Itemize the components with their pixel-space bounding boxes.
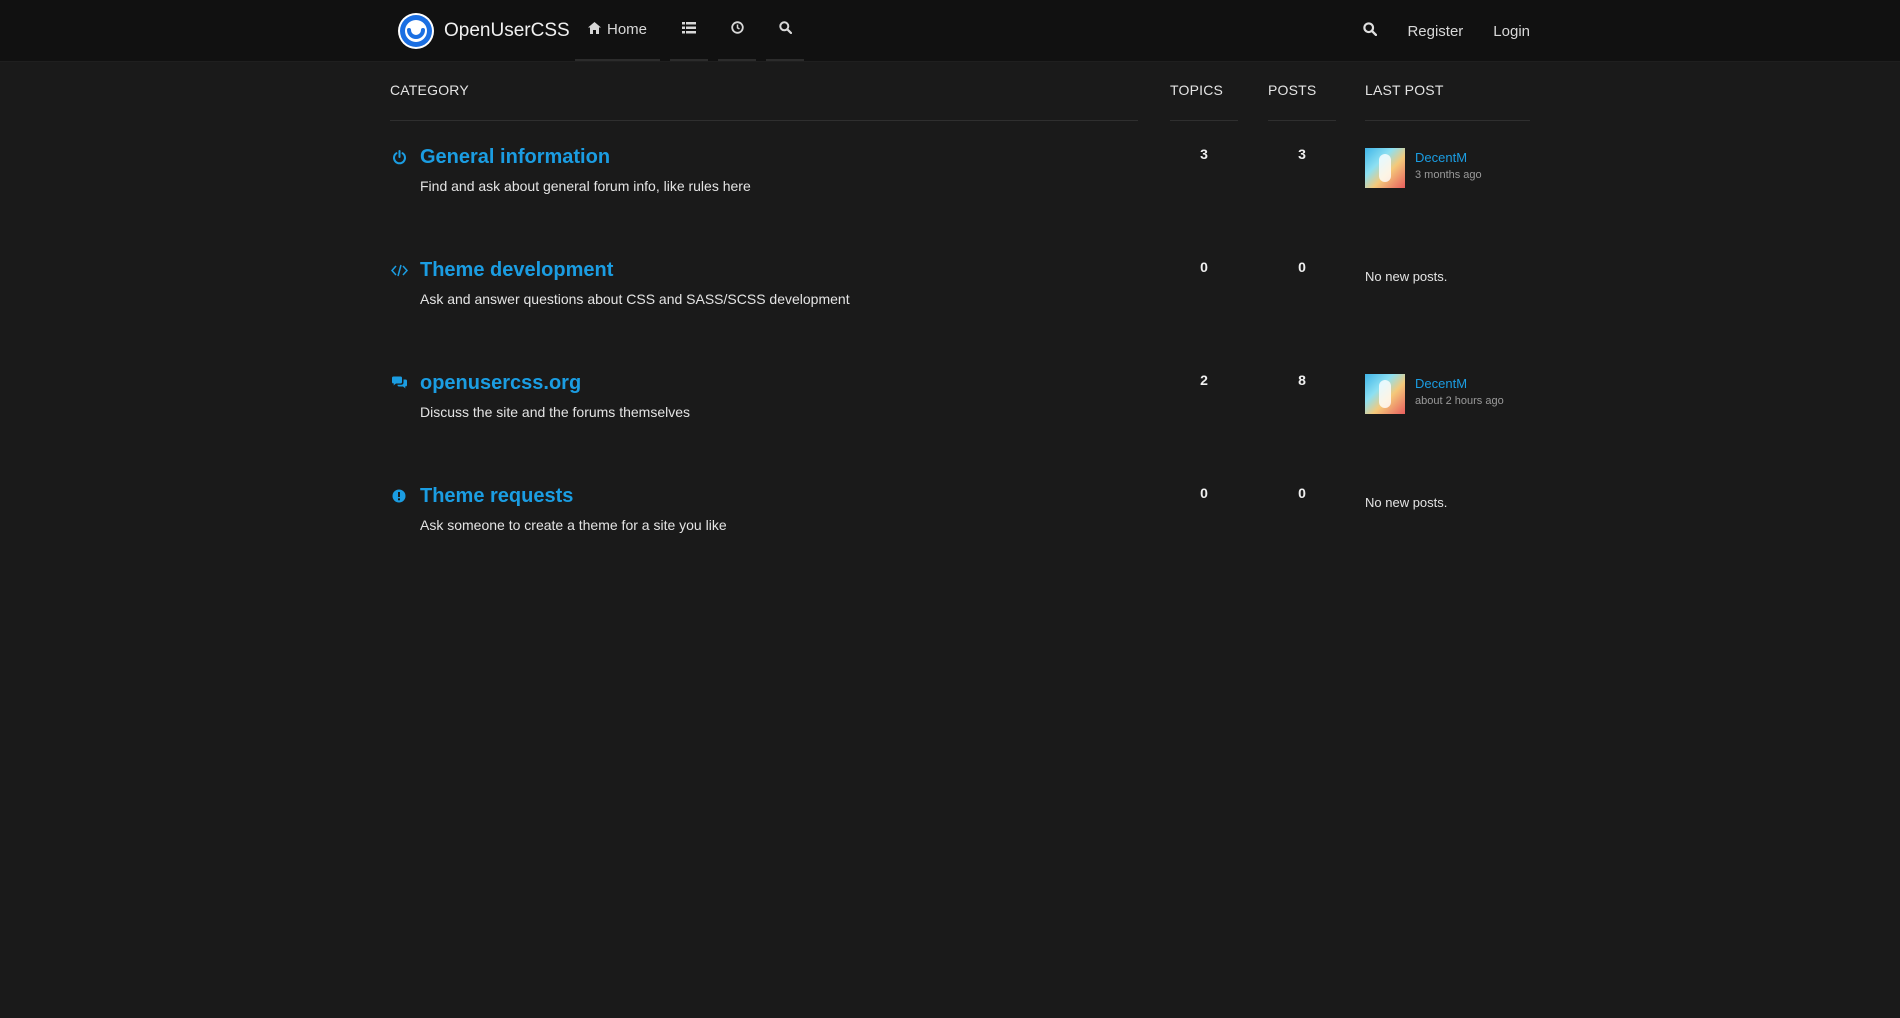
last-post: DecentM 3 months ago: [1365, 148, 1530, 190]
account-nav: Register Login: [1363, 0, 1530, 62]
header-topics: TOPICS: [1170, 62, 1238, 121]
exclamation-icon: [390, 487, 408, 505]
category-row: General information Find and ask about g…: [390, 122, 1530, 235]
category-title-link[interactable]: Theme requests: [420, 485, 573, 508]
search-icon[interactable]: [1363, 22, 1378, 40]
list-icon: [682, 21, 696, 38]
category-description: Discuss the site and the forums themselv…: [420, 404, 691, 420]
posts-count: 3: [1298, 146, 1306, 162]
login-link[interactable]: Login: [1493, 23, 1530, 40]
header-last-post: LAST POST: [1365, 62, 1530, 121]
brand-title: OpenUserCSS: [444, 20, 570, 41]
topics-count: 0: [1200, 485, 1208, 501]
posts-count: 8: [1298, 372, 1306, 388]
category-row: openusercss.org Discuss the site and the…: [390, 348, 1530, 461]
categories-table: CATEGORY TOPICS POSTS LAST POST General …: [390, 62, 1530, 574]
header-category: CATEGORY: [390, 62, 1138, 121]
topics-count: 0: [1200, 259, 1208, 275]
category-row: Theme development Ask and answer questio…: [390, 235, 1530, 348]
category-title-link[interactable]: openusercss.org: [420, 372, 581, 395]
nav-categories[interactable]: [670, 0, 708, 61]
nav-home[interactable]: Home: [575, 0, 660, 61]
search-icon: [778, 21, 792, 38]
home-icon: [587, 21, 601, 38]
header-posts: POSTS: [1268, 62, 1336, 121]
no-new-posts: No new posts.: [1365, 495, 1448, 510]
category-description: Ask someone to create a theme for a site…: [420, 517, 727, 533]
topics-count: 2: [1200, 372, 1208, 388]
power-icon: [390, 148, 408, 166]
code-icon: [390, 261, 408, 279]
main-nav: Home: [575, 0, 814, 62]
category-row: Theme requests Ask someone to create a t…: [390, 461, 1530, 574]
nav-search[interactable]: [766, 0, 804, 61]
nav-recent[interactable]: [718, 0, 756, 61]
avatar[interactable]: [1365, 148, 1405, 188]
top-navbar: OpenUserCSS Home Register Login: [0, 0, 1900, 62]
category-description: Ask and answer questions about CSS and S…: [420, 291, 850, 307]
openusercss-logo-icon: [398, 13, 434, 49]
no-new-posts: No new posts.: [1365, 269, 1448, 284]
category-title-link[interactable]: General information: [420, 146, 610, 169]
category-title-link[interactable]: Theme development: [420, 259, 613, 282]
brand-link[interactable]: OpenUserCSS: [398, 12, 570, 50]
category-description: Find and ask about general forum info, l…: [420, 178, 751, 194]
comments-icon: [390, 374, 408, 392]
last-post-time: about 2 hours ago: [1415, 395, 1504, 407]
table-header: CATEGORY TOPICS POSTS LAST POST: [390, 62, 1530, 122]
avatar[interactable]: [1365, 374, 1405, 414]
topics-count: 3: [1200, 146, 1208, 162]
last-post-user-link[interactable]: DecentM: [1415, 150, 1467, 165]
posts-count: 0: [1298, 485, 1306, 501]
last-post-time: 3 months ago: [1415, 169, 1482, 181]
clock-icon: [730, 21, 744, 38]
last-post: DecentM about 2 hours ago: [1365, 374, 1530, 416]
register-link[interactable]: Register: [1407, 23, 1463, 40]
nav-home-label: Home: [606, 21, 647, 38]
posts-count: 0: [1298, 259, 1306, 275]
last-post-user-link[interactable]: DecentM: [1415, 376, 1467, 391]
